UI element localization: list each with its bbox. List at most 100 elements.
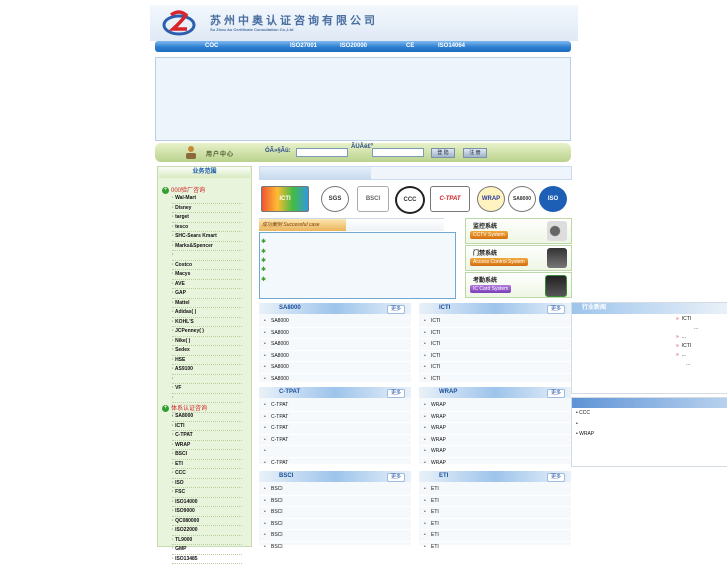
panel-list-item[interactable]: [259, 446, 411, 458]
panel-list-item[interactable]: ETI: [419, 530, 571, 542]
news-item[interactable]: »...: [676, 334, 727, 340]
panel-list-item[interactable]: WRAP: [419, 458, 571, 470]
sidebar-list-item[interactable]: GAP: [172, 289, 242, 299]
panel-list-item[interactable]: ICTI: [419, 374, 571, 386]
more-link[interactable]: 更多: [387, 473, 405, 482]
news-item[interactable]: »ICTI: [676, 316, 727, 322]
panel-list-item[interactable]: C-TPAT: [259, 423, 411, 435]
panel-list-item[interactable]: WRAP: [419, 412, 571, 424]
more-link[interactable]: 更多: [547, 473, 565, 482]
password-input[interactable]: [372, 148, 424, 157]
username-input[interactable]: [296, 148, 348, 157]
panel-list-item[interactable]: BSCI: [259, 530, 411, 542]
nav-item-iso27001[interactable]: ISO27001: [290, 41, 317, 52]
panel-list-item[interactable]: BSCI: [259, 542, 411, 554]
panel-list-item[interactable]: SA8000: [259, 328, 411, 340]
sidebar-list-item[interactable]: Disney: [172, 204, 242, 214]
sidebar-list-item[interactable]: Sedex: [172, 346, 242, 356]
panel-list-item[interactable]: WRAP: [419, 435, 571, 447]
panel-list-item[interactable]: C-TPAT: [259, 412, 411, 424]
sidebar-list-item[interactable]: Mattel: [172, 299, 242, 309]
sidebar-list-item[interactable]: SHC-Sears Kmart: [172, 232, 242, 242]
sidebar-list-item[interactable]: AVE: [172, 280, 242, 290]
nav-item-iso20000[interactable]: ISO20000: [340, 41, 367, 52]
cases-tag[interactable]: 成功案例 Successful case: [259, 219, 346, 231]
sidebar-list-item[interactable]: Costco: [172, 261, 242, 271]
bsci-logo[interactable]: BSCI: [357, 186, 389, 212]
more-link[interactable]: 更多: [387, 389, 405, 398]
panel-list-item[interactable]: WRAP: [419, 400, 571, 412]
news-item[interactable]: ...: [686, 361, 727, 367]
panel-list-item[interactable]: C-TPAT: [259, 458, 411, 470]
sidebar-list-item[interactable]: [172, 375, 242, 385]
sidebar-list-item[interactable]: ETI: [172, 460, 242, 470]
iso-logo[interactable]: ISO: [539, 186, 567, 212]
sidebar-list-item[interactable]: KOHL'S: [172, 318, 242, 328]
news-item[interactable]: »ICTI: [676, 343, 727, 349]
login-button[interactable]: 登 陆: [431, 148, 455, 158]
sidebar-list-item[interactable]: ISO22000: [172, 526, 242, 536]
sidebar-list-item[interactable]: target: [172, 213, 242, 223]
panel-list-item[interactable]: WRAP: [419, 423, 571, 435]
wrap-logo[interactable]: WRAP: [477, 186, 505, 212]
more-link[interactable]: 更多: [547, 389, 565, 398]
sidebar-list-item[interactable]: QC080000: [172, 517, 242, 527]
sidebar-list-item[interactable]: ISO9000: [172, 507, 242, 517]
sidebar-list-item[interactable]: FSC: [172, 488, 242, 498]
panel-list-item[interactable]: BSCI: [259, 507, 411, 519]
nav-item-iso14064[interactable]: ISO14064: [438, 41, 465, 52]
panel-list-item[interactable]: ETI: [419, 542, 571, 554]
panel-list-item[interactable]: ETI: [419, 484, 571, 496]
panel-list-item[interactable]: SA8000: [259, 362, 411, 374]
panel-list-item[interactable]: ICTI: [419, 316, 571, 328]
system-access-control[interactable]: 门禁系统 Access Control System: [465, 245, 572, 271]
sidebar-list-item[interactable]: WRAP: [172, 441, 242, 451]
system-cctv[interactable]: 监控系统 CCTV System: [465, 218, 572, 244]
sidebar-list-item[interactable]: BSCI: [172, 450, 242, 460]
sidebar-list-item[interactable]: HSE: [172, 356, 242, 366]
panel-list-item[interactable]: BSCI: [259, 484, 411, 496]
sidebar-list-item[interactable]: Macys: [172, 270, 242, 280]
panel-list-item[interactable]: ETI: [419, 519, 571, 531]
sidebar-list-item[interactable]: JCPenney( ): [172, 327, 242, 337]
panel-list-item[interactable]: SA8000: [259, 374, 411, 386]
news-item[interactable]: »...: [676, 352, 727, 358]
right-list-item[interactable]: •: [576, 421, 578, 427]
panel-list-item[interactable]: ETI: [419, 507, 571, 519]
panel-list-item[interactable]: BSCI: [259, 496, 411, 508]
panel-list-item[interactable]: C-TPAT: [259, 400, 411, 412]
nav-item-ce[interactable]: CE: [406, 41, 414, 52]
icti-logo[interactable]: ICTI: [261, 186, 309, 212]
panel-list-item[interactable]: ICTI: [419, 328, 571, 340]
more-link[interactable]: 更多: [547, 305, 565, 314]
sa8000-logo[interactable]: SA8000: [508, 186, 536, 212]
sidebar-list-item[interactable]: VF: [172, 384, 242, 394]
sidebar-list-item[interactable]: Nike( ): [172, 337, 242, 347]
system-ic-card[interactable]: 考勤系统 IC Card System: [465, 272, 572, 298]
panel-list-item[interactable]: ICTI: [419, 339, 571, 351]
sidebar-list-item[interactable]: [172, 251, 242, 261]
panel-list-item[interactable]: SA8000: [259, 339, 411, 351]
sgs-logo[interactable]: SGS: [321, 186, 349, 212]
sidebar-list-item[interactable]: Marks&Spencer: [172, 242, 242, 252]
panel-list-item[interactable]: WRAP: [419, 446, 571, 458]
sidebar-list-item[interactable]: ISO13485: [172, 555, 242, 564]
right-list-item[interactable]: • CCC: [576, 410, 590, 416]
sidebar-list-item[interactable]: ISO14000: [172, 498, 242, 508]
sidebar-list-item[interactable]: Wal-Mart: [172, 194, 242, 204]
panel-list-item[interactable]: ETI: [419, 496, 571, 508]
right-list-item[interactable]: • WRAP: [576, 431, 594, 437]
nav-item-coc[interactable]: COC: [205, 41, 218, 52]
news-item[interactable]: ...: [694, 325, 727, 331]
sidebar-list-item[interactable]: ICTI: [172, 422, 242, 432]
panel-list-item[interactable]: BSCI: [259, 519, 411, 531]
sidebar-list-item[interactable]: tesco: [172, 223, 242, 233]
panel-list-item[interactable]: SA8000: [259, 351, 411, 363]
panel-list-item[interactable]: SA8000: [259, 316, 411, 328]
sidebar-category-audit[interactable]: +000验厂咨询: [162, 185, 205, 194]
sidebar-list-item[interactable]: SA8000: [172, 412, 242, 422]
ccc-logo[interactable]: CCC: [395, 186, 425, 214]
ctpat-logo[interactable]: C-TPAT: [430, 186, 470, 212]
sidebar-list-item[interactable]: Adidas( ): [172, 308, 242, 318]
sidebar-list-item[interactable]: ISO: [172, 479, 242, 489]
